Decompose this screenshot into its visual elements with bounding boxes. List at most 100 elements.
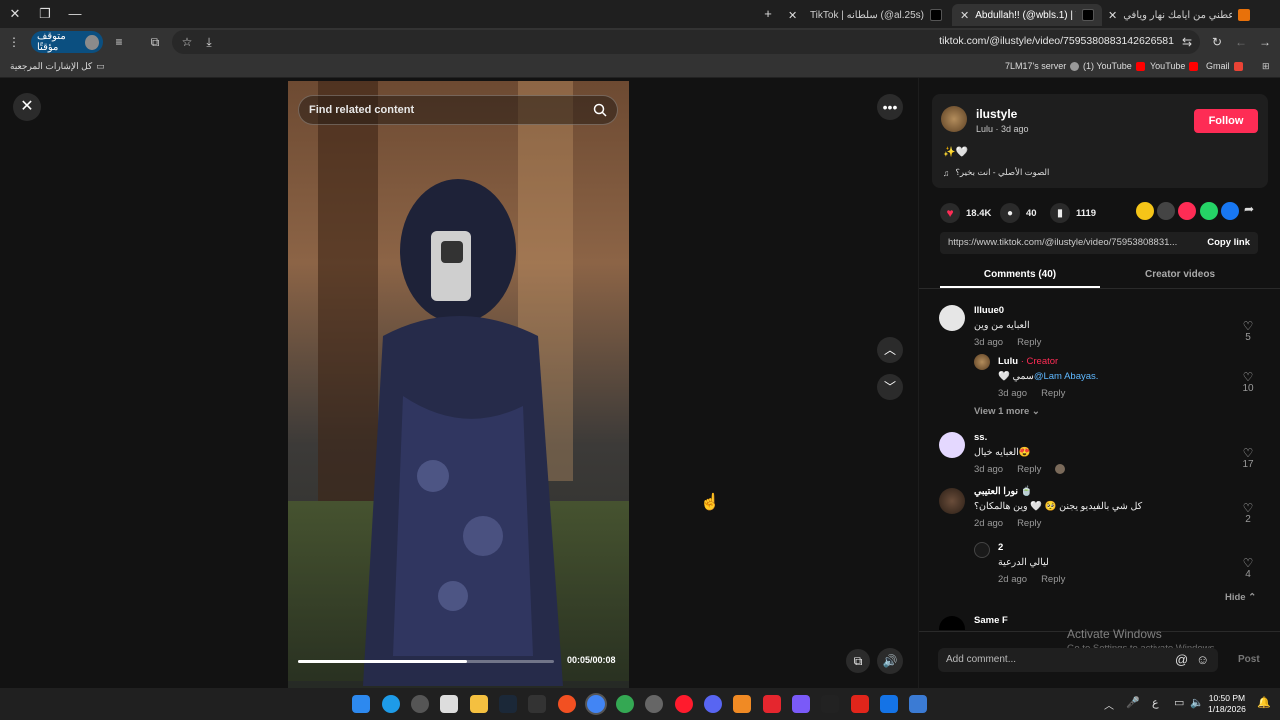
reload-icon[interactable]: ↻ bbox=[1208, 33, 1226, 51]
embed-icon[interactable] bbox=[1157, 202, 1175, 220]
extensions-icon[interactable]: ⧉ bbox=[146, 33, 164, 51]
app-icon[interactable] bbox=[733, 695, 751, 713]
install-app-icon[interactable]: ⤓ bbox=[200, 33, 218, 51]
comment-username[interactable]: llluue0 bbox=[974, 305, 1224, 316]
video-player[interactable]: Find related content 00:05/00:08 bbox=[288, 81, 629, 688]
microphone-icon[interactable]: 🎤 bbox=[1126, 696, 1140, 709]
avatar[interactable] bbox=[974, 542, 990, 558]
all-bookmarks-button[interactable]: كل الإشارات المرجعية ▭ bbox=[10, 61, 105, 72]
bookmark-star-icon[interactable]: ☆ bbox=[178, 33, 196, 51]
opera-icon[interactable] bbox=[675, 695, 693, 713]
bookmark-youtube-2[interactable]: YouTube bbox=[1150, 61, 1199, 71]
emoji-icon[interactable]: ☺ bbox=[1196, 652, 1209, 667]
bookmark-server[interactable]: 7LM17's server bbox=[1005, 61, 1080, 71]
window-restore-icon[interactable]: ❐ bbox=[36, 5, 54, 23]
sound-link[interactable]: ♫ الصوت الأصلي - انت بخير؟ bbox=[943, 167, 1049, 178]
site-settings-icon[interactable]: ⇆ bbox=[1178, 33, 1196, 51]
author-avatar[interactable] bbox=[941, 106, 967, 132]
share-arrow-icon[interactable]: ➦ bbox=[1244, 202, 1254, 216]
settings-gear-icon[interactable] bbox=[411, 695, 429, 713]
tab-soundcloud[interactable]: ✕ عطني من أيامك نهار ويافي Cloud bbox=[1100, 4, 1258, 26]
tab-close-icon[interactable]: ✕ bbox=[788, 9, 797, 22]
heart-icon[interactable]: ♥ bbox=[940, 203, 960, 223]
close-icon[interactable]: ✕ bbox=[13, 93, 41, 121]
address-bar[interactable]: ☆ ⤓ tiktok.com/@ilustyle/video/759538088… bbox=[172, 30, 1200, 54]
bookmark-icon[interactable]: ▮ bbox=[1050, 203, 1070, 223]
send-to-friends-icon[interactable] bbox=[1178, 202, 1196, 220]
tab-sultana[interactable]: ✕ TikTok | سلطانه (@al.25s) bbox=[780, 4, 950, 26]
reply-button[interactable]: Reply bbox=[1017, 518, 1041, 529]
video-link-text[interactable]: https://www.tiktok.com/@ilustyle/video/7… bbox=[948, 237, 1188, 248]
network-icon[interactable]: ▭ bbox=[1174, 696, 1184, 709]
tab-search-icon[interactable]: ≡ bbox=[110, 33, 128, 51]
comment-like[interactable]: ♡ 2 bbox=[1239, 502, 1257, 525]
tab-comments[interactable]: Comments (40) bbox=[940, 263, 1100, 287]
back-icon[interactable]: ← bbox=[1232, 33, 1250, 51]
video-search-bar[interactable]: Find related content bbox=[298, 95, 618, 125]
author-username[interactable]: ilustyle bbox=[976, 107, 1017, 121]
comment-like[interactable]: ♡ 10 bbox=[1239, 371, 1257, 394]
comment-mention[interactable]: @Lam Abayas. bbox=[1034, 371, 1099, 382]
mention-icon[interactable]: @ bbox=[1175, 652, 1188, 667]
search-input[interactable]: Find related content bbox=[309, 104, 593, 116]
heart-outline-icon[interactable]: ♡ bbox=[1239, 371, 1257, 383]
file-explorer-icon[interactable] bbox=[470, 695, 488, 713]
comment-username[interactable]: 2 bbox=[998, 542, 1218, 553]
store-icon[interactable] bbox=[440, 695, 458, 713]
notification-bell-icon[interactable]: 🔔 bbox=[1257, 696, 1271, 709]
search-icon[interactable] bbox=[593, 103, 607, 117]
chrome-icon[interactable] bbox=[587, 695, 605, 713]
menu-kebab-icon[interactable]: ⋮ bbox=[5, 33, 23, 51]
app-icon[interactable] bbox=[851, 695, 869, 713]
comment-like[interactable]: ♡ 4 bbox=[1239, 557, 1257, 580]
volume-icon[interactable]: 🔊 bbox=[877, 648, 903, 674]
comment-like[interactable]: ♡ 5 bbox=[1239, 320, 1257, 343]
comment-like[interactable]: ♡ 17 bbox=[1239, 447, 1257, 470]
avatar[interactable] bbox=[939, 305, 965, 331]
app-icon[interactable] bbox=[763, 695, 781, 713]
heart-outline-icon[interactable]: ♡ bbox=[1239, 320, 1257, 332]
tray-chevron-up-icon[interactable]: ︿ bbox=[1104, 697, 1114, 712]
new-tab-button[interactable]: + bbox=[759, 5, 777, 23]
comment-username[interactable]: ss. bbox=[974, 432, 1224, 443]
tab-close-icon[interactable]: ✕ bbox=[1108, 9, 1117, 22]
reply-button[interactable]: Reply bbox=[1017, 337, 1041, 348]
window-close-icon[interactable]: ✕ bbox=[6, 5, 24, 23]
avatar[interactable] bbox=[939, 432, 965, 458]
comment-username[interactable]: نورا العتيبي 🍵 bbox=[974, 486, 1224, 497]
comment-username[interactable]: Lulu bbox=[998, 356, 1018, 367]
avatar[interactable] bbox=[939, 488, 965, 514]
tab-creator-videos[interactable]: Creator videos bbox=[1100, 263, 1260, 287]
whatsapp-icon[interactable] bbox=[1200, 202, 1218, 220]
facebook-icon[interactable] bbox=[1221, 202, 1239, 220]
capcut-icon[interactable] bbox=[821, 695, 839, 713]
avatar[interactable] bbox=[939, 616, 965, 630]
steam-icon[interactable] bbox=[499, 695, 517, 713]
view-more-replies[interactable]: View 1 more ⌄ bbox=[974, 406, 1040, 417]
tab-tiktok-active[interactable]: ✕ Abdullah!! (@wbls.1) | TikTok bbox=[952, 4, 1102, 26]
start-icon[interactable] bbox=[352, 695, 370, 713]
copy-link-button[interactable]: Copy link bbox=[1207, 237, 1250, 248]
heart-outline-icon[interactable]: ♡ bbox=[1239, 447, 1257, 459]
reply-button[interactable]: Reply bbox=[1017, 464, 1041, 475]
forward-icon[interactable]: → bbox=[1256, 33, 1274, 51]
edge-icon[interactable] bbox=[382, 695, 400, 713]
taskbar-clock[interactable]: 10:50 PM 1/18/2026 bbox=[1208, 693, 1246, 715]
picture-in-picture-icon[interactable]: ⧉ bbox=[846, 649, 870, 673]
input-language[interactable]: ع bbox=[1152, 696, 1159, 709]
heart-outline-icon[interactable]: ♡ bbox=[1239, 502, 1257, 514]
reply-button[interactable]: Reply bbox=[1041, 574, 1065, 585]
post-button[interactable]: Post bbox=[1238, 654, 1260, 665]
chevron-up-icon[interactable]: ︿ bbox=[877, 337, 903, 363]
comment-username[interactable]: Same F bbox=[974, 615, 1224, 626]
comment-bubble-icon[interactable]: ● bbox=[1000, 203, 1020, 223]
app-icon[interactable] bbox=[880, 695, 898, 713]
app-icon[interactable] bbox=[909, 695, 927, 713]
video-progress-bar[interactable] bbox=[298, 660, 554, 663]
tab-close-icon[interactable]: ✕ bbox=[960, 9, 969, 22]
follow-button[interactable]: Follow bbox=[1194, 109, 1258, 133]
window-minimize-icon[interactable]: — bbox=[66, 5, 84, 23]
bookmark-gmail[interactable]: Gmail bbox=[1206, 61, 1243, 71]
like-stat[interactable]: ♥ 18.4K bbox=[940, 203, 991, 223]
volume-icon[interactable]: 🔈 bbox=[1190, 696, 1204, 709]
